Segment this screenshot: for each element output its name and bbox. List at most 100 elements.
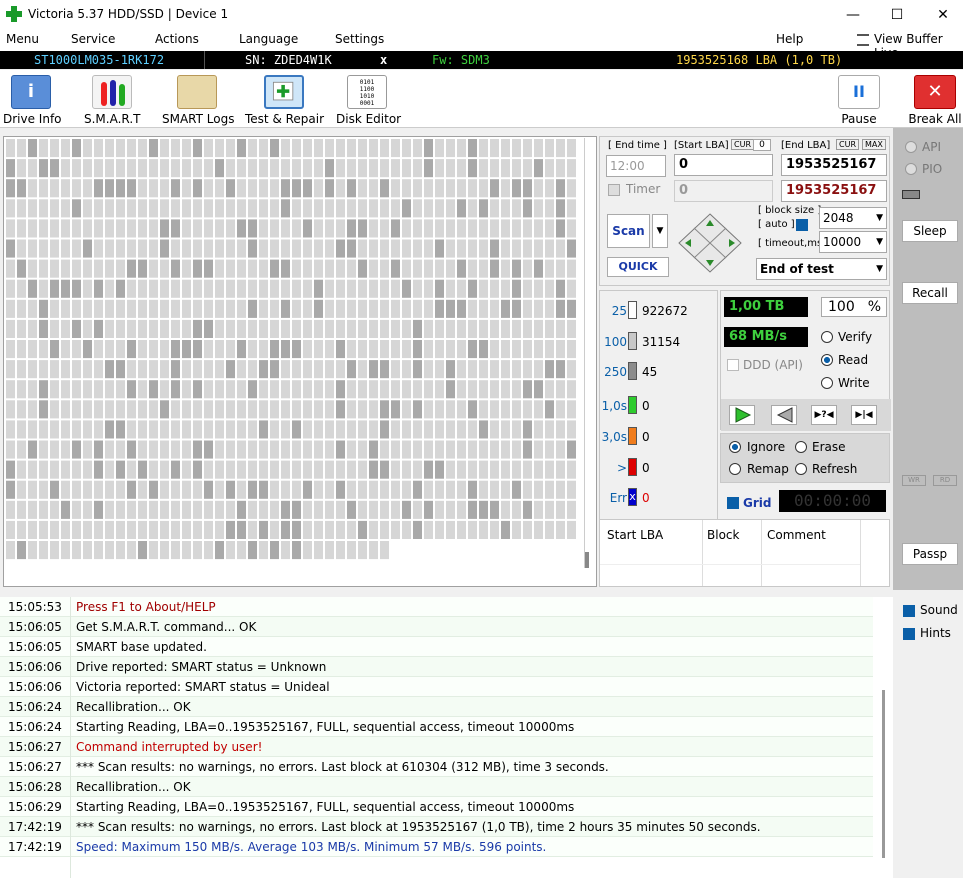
scan-button[interactable]: Scan (607, 214, 650, 248)
speed-display: 68 MB/s (724, 327, 808, 347)
scan-block (270, 159, 279, 178)
scan-block (94, 319, 103, 338)
scan-block-grid (3, 136, 597, 587)
end-action-select[interactable]: End of test ▼ (756, 258, 887, 280)
scan-block (292, 319, 301, 338)
pause-button[interactable]: II Pause (836, 75, 882, 126)
menu-settings[interactable]: Settings (335, 32, 384, 46)
legend-swatch (628, 396, 637, 414)
remap-radio[interactable] (729, 463, 741, 475)
scan-block (105, 500, 114, 519)
break-all-button[interactable]: ✕ Break All (908, 75, 962, 126)
scan-block (94, 520, 103, 539)
disk-editor-tab[interactable]: 0101 1100 1010 0001 Disk Editor (336, 75, 401, 126)
menu-menu[interactable]: Menu (6, 32, 39, 46)
log-scrollbar[interactable] (877, 597, 891, 878)
end-time-input[interactable]: 12:00 (606, 155, 666, 177)
timeout-select[interactable]: 10000 ▼ (819, 231, 887, 253)
scan-block (369, 179, 378, 198)
scan-block (171, 400, 180, 419)
scan-block (171, 500, 180, 519)
scan-block (523, 400, 532, 419)
scan-block (512, 380, 521, 399)
menu-service[interactable]: Service (71, 32, 115, 46)
rewind-button[interactable] (771, 405, 797, 425)
scan-block (402, 239, 411, 258)
log-scroll-thumb[interactable] (882, 690, 885, 858)
scan-block (138, 199, 147, 218)
api-radio[interactable] (905, 141, 917, 153)
quick-button[interactable]: QUICK (607, 257, 669, 277)
erase-radio[interactable] (795, 441, 807, 453)
write-radio[interactable] (821, 377, 833, 389)
scan-block (314, 400, 323, 419)
scan-block (105, 360, 114, 379)
close-drive-x[interactable]: x (380, 51, 387, 69)
scan-block (424, 319, 433, 338)
scan-block (259, 520, 268, 539)
scan-block (424, 159, 433, 178)
end-button[interactable]: ▶|◀ (851, 405, 877, 425)
menu-actions[interactable]: Actions (155, 32, 199, 46)
scan-block (94, 299, 103, 318)
scan-block (160, 139, 169, 158)
seek-button[interactable]: ▶?◀ (811, 405, 837, 425)
verify-radio[interactable] (821, 331, 833, 343)
pio-radio[interactable] (905, 163, 917, 175)
scan-block (479, 340, 488, 359)
menu-help[interactable]: Help (776, 32, 803, 46)
hints-checkbox[interactable] (903, 628, 915, 640)
timer-checkbox[interactable] (608, 184, 620, 196)
maximize-button[interactable]: ☐ (882, 4, 912, 26)
refresh-radio[interactable] (795, 463, 807, 475)
smart-tab[interactable]: S.M.A.R.T (84, 75, 140, 126)
passp-button[interactable]: Passp (902, 543, 958, 565)
scan-block (336, 380, 345, 399)
close-button[interactable]: ✕ (928, 4, 958, 26)
scan-block (171, 380, 180, 399)
recall-button[interactable]: Recall (902, 282, 958, 304)
minimize-button[interactable]: — (838, 4, 868, 26)
play-button[interactable] (729, 405, 755, 425)
drive-info-tab[interactable]: i Drive Info (3, 75, 62, 126)
scan-block (336, 480, 345, 499)
scan-block (72, 239, 81, 258)
read-radio[interactable] (821, 354, 833, 366)
scan-block (248, 440, 257, 459)
direction-pad-icon[interactable] (677, 212, 743, 274)
sleep-button[interactable]: Sleep (902, 220, 958, 242)
smart-logs-tab[interactable]: SMART Logs (162, 75, 234, 126)
read-label: Read (838, 353, 869, 367)
scan-block (314, 500, 323, 519)
end-cur-button[interactable]: CUR (836, 139, 859, 150)
end-max-button[interactable]: MAX (862, 139, 886, 150)
scan-block (226, 480, 235, 499)
scan-block (303, 500, 312, 519)
test-repair-tab[interactable]: Test & Repair (245, 75, 324, 126)
scan-dropdown-icon[interactable]: ▼ (652, 214, 668, 248)
block-size-select[interactable]: 2048 ▼ (819, 207, 887, 229)
auto-checkbox[interactable] (796, 219, 808, 231)
scan-block (61, 259, 70, 278)
scan-block (83, 219, 92, 238)
scan-block (28, 199, 37, 218)
ignore-radio[interactable] (729, 441, 741, 453)
ddd-checkbox[interactable] (727, 359, 739, 371)
scan-block (160, 159, 169, 178)
scan-block (369, 440, 378, 459)
scan-block (446, 279, 455, 298)
scan-block (369, 500, 378, 519)
start-cur-button[interactable]: CUR (731, 139, 754, 150)
log-message: Starting Reading, LBA=0..1953525167, FUL… (76, 800, 575, 814)
block-size-label: [ block size ] (758, 205, 822, 216)
menu-language[interactable]: Language (239, 32, 298, 46)
scan-block (204, 179, 213, 198)
scan-block (292, 480, 301, 499)
end-lba-input[interactable]: 1953525167 (781, 154, 887, 176)
grid-scroll-thumb[interactable] (585, 552, 589, 568)
grid-checkbox[interactable] (727, 497, 739, 509)
start-lba-input[interactable]: 0 (674, 154, 773, 176)
scan-block (72, 159, 81, 178)
sound-checkbox[interactable] (903, 605, 915, 617)
scan-block (523, 159, 532, 178)
